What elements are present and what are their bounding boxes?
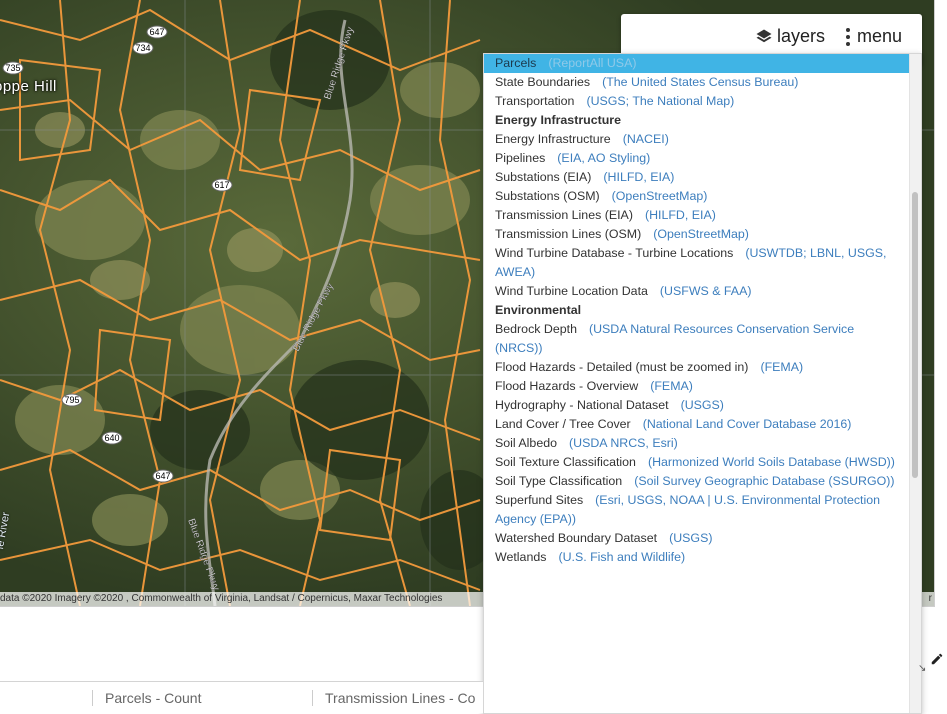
layers-label: layers xyxy=(777,26,826,46)
layer-source-link[interactable]: (The United States Census Bureau) xyxy=(602,75,798,89)
layer-source-link[interactable]: (USGS) xyxy=(681,398,724,412)
layer-option[interactable]: State Boundaries (The United States Censu… xyxy=(484,73,910,92)
layer-option[interactable]: Pipelines (EIA, AO Styling) xyxy=(484,149,910,168)
layer-option[interactable]: Soil Albedo (USDA NRCS, Esri) xyxy=(484,434,910,453)
layer-name: Watershed Boundary Dataset xyxy=(495,531,658,545)
layer-source-link[interactable]: (USGS) xyxy=(669,531,712,545)
layer-option[interactable]: Transmission Lines (EIA) (HILFD, EIA) xyxy=(484,206,910,225)
layer-option[interactable]: Transportation (USGS; The National Map) xyxy=(484,92,910,111)
layer-name: Pipelines xyxy=(495,151,546,165)
menu-label: menu xyxy=(857,26,903,46)
layer-name: Soil Albedo xyxy=(495,436,558,450)
layer-option[interactable]: Wind Turbine Location Data (USFWS & FAA) xyxy=(484,282,910,301)
attribute-table-header: Parcels - Count Transmission Lines - Co xyxy=(0,681,483,713)
collapse-icon[interactable]: ↘ xyxy=(918,663,926,674)
layer-option[interactable]: Substations (OSM) (OpenStreetMap) xyxy=(484,187,910,206)
layers-list: Parcels (ReportAll USA) State Boundaries (T… xyxy=(484,54,910,567)
layer-source-link[interactable]: (HILFD, EIA) xyxy=(603,170,674,184)
layer-source-link[interactable]: (FEMA) xyxy=(650,379,693,393)
layer-option[interactable]: Substations (EIA) (HILFD, EIA) xyxy=(484,168,910,187)
route-shield: 734 xyxy=(135,43,150,53)
layer-name: Land Cover / Tree Cover xyxy=(495,417,631,431)
menu-button[interactable]: menu xyxy=(843,26,902,47)
route-shield: 735 xyxy=(5,63,20,73)
layer-name: Parcels xyxy=(495,56,537,70)
layer-option[interactable]: Parcels (ReportAll USA) xyxy=(484,54,910,73)
scrollbar-thumb[interactable] xyxy=(912,192,918,478)
layer-option[interactable]: Flood Hazards - Detailed (must be zoomed… xyxy=(484,358,910,377)
layer-option[interactable]: Superfund Sites (Esri, USGS, NOAA | U.S. … xyxy=(484,491,910,529)
layer-source-link[interactable]: (OpenStreetMap) xyxy=(612,189,708,203)
layer-name: Bedrock Depth xyxy=(495,322,577,336)
layer-name: State Boundaries xyxy=(495,75,591,89)
layer-group-header: Energy Infrastructure xyxy=(495,113,622,127)
layer-option[interactable]: Wind Turbine Database - Turbine Location… xyxy=(484,244,910,282)
layer-group-header: Environmental xyxy=(495,303,582,317)
layer-name: Superfund Sites xyxy=(495,493,584,507)
layer-source-link[interactable]: (NACEI) xyxy=(623,132,669,146)
column-header-transmission-lines-count[interactable]: Transmission Lines - Co xyxy=(312,690,475,706)
layer-name: Transmission Lines (EIA) xyxy=(495,208,633,222)
layer-source-link[interactable]: (U.S. Fish and Wildlife) xyxy=(558,550,685,564)
layer-source-link[interactable]: (Soil Survey Geographic Database (SSURGO… xyxy=(634,474,894,488)
layer-source-link[interactable]: (National Land Cover Database 2016) xyxy=(643,417,852,431)
route-shield: 795 xyxy=(64,395,79,405)
layer-name: Transmission Lines (OSM) xyxy=(495,227,642,241)
layer-source-link[interactable]: (FEMA) xyxy=(760,360,803,374)
layer-name: Hydrography - National Dataset xyxy=(495,398,669,412)
dropdown-scrollbar[interactable] xyxy=(909,54,921,713)
layer-option[interactable]: Hydrography - National Dataset (USGS) xyxy=(484,396,910,415)
layer-source-link[interactable]: (USFWS & FAA) xyxy=(660,284,752,298)
layer-source-link[interactable]: (ReportAll USA) xyxy=(548,56,636,70)
layer-source-link[interactable]: (HILFD, EIA) xyxy=(645,208,716,222)
route-shield: 647 xyxy=(149,27,164,37)
pencil-icon[interactable] xyxy=(930,652,944,666)
layer-name: Substations (EIA) xyxy=(495,170,592,184)
more-vertical-icon xyxy=(846,27,850,46)
layer-option[interactable]: Flood Hazards - Overview (FEMA) xyxy=(484,377,910,396)
layer-name: Wind Turbine Location Data xyxy=(495,284,648,298)
layer-option[interactable]: Watershed Boundary Dataset (USGS) xyxy=(484,529,910,548)
layer-name: Energy Infrastructure xyxy=(495,132,611,146)
town-label: oppe Hill xyxy=(0,78,57,95)
layer-name: Substations (OSM) xyxy=(495,189,600,203)
layers-dropdown[interactable]: Parcels (ReportAll USA) State Boundaries (T… xyxy=(483,53,922,714)
route-shield: 617 xyxy=(214,180,229,190)
attribution-text-right: r xyxy=(928,593,932,604)
route-shield: 647 xyxy=(155,471,170,481)
layer-name: Flood Hazards - Detailed (must be zoomed… xyxy=(495,360,749,374)
layer-name: Wetlands xyxy=(495,550,547,564)
layers-button[interactable]: layers xyxy=(755,26,825,47)
column-header-parcels-count[interactable]: Parcels - Count xyxy=(92,690,201,706)
layer-option[interactable]: Soil Texture Classification (Harmonized W… xyxy=(484,453,910,472)
layer-source-link[interactable]: (USDA NRCS, Esri) xyxy=(569,436,678,450)
layer-option[interactable]: Bedrock Depth (USDA Natural Resources Con… xyxy=(484,320,910,358)
layer-option[interactable]: Soil Type Classification (Soil Survey Geo… xyxy=(484,472,910,491)
layer-source-link[interactable]: (Harmonized World Soils Database (HWSD)) xyxy=(648,455,895,469)
route-shield: 640 xyxy=(104,433,119,443)
layer-option[interactable]: Land Cover / Tree Cover (National Land Co… xyxy=(484,415,910,434)
layer-name: Transportation xyxy=(495,94,575,108)
layer-source-link[interactable]: (EIA, AO Styling) xyxy=(557,151,650,165)
layer-name: Flood Hazards - Overview xyxy=(495,379,639,393)
layer-name: Soil Texture Classification xyxy=(495,455,636,469)
layer-name: Wind Turbine Database - Turbine Location… xyxy=(495,246,734,260)
layers-icon xyxy=(756,29,772,42)
layer-source-link[interactable]: (OpenStreetMap) xyxy=(653,227,749,241)
layer-option[interactable]: Transmission Lines (OSM) (OpenStreetMap) xyxy=(484,225,910,244)
layer-option[interactable]: Energy Infrastructure (NACEI) xyxy=(484,130,910,149)
layer-name: Soil Type Classification xyxy=(495,474,623,488)
layer-option[interactable]: Wetlands (U.S. Fish and Wildlife) xyxy=(484,548,910,567)
layer-source-link[interactable]: (USGS; The National Map) xyxy=(586,94,734,108)
attribution-text: data ©2020 Imagery ©2020 , Commonwealth … xyxy=(0,593,443,604)
